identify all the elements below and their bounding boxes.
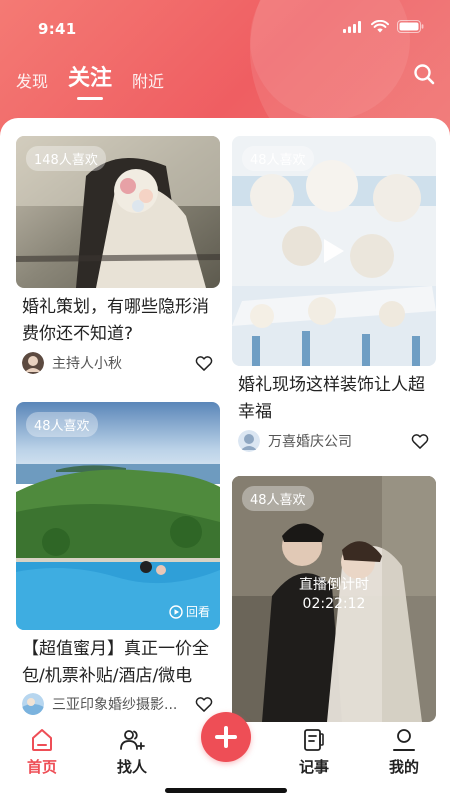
card-title: 婚礼策划，有哪些隐形消费你还不知道? bbox=[22, 297, 209, 344]
likes-badge: 48人喜欢 bbox=[242, 486, 314, 511]
profile-icon bbox=[393, 729, 415, 751]
feed-card[interactable]: 48人喜欢 婚礼现场这样装饰让人超幸福 万喜婚庆公司 bbox=[232, 136, 436, 456]
people-icon bbox=[120, 730, 145, 750]
replay-label: 回看 bbox=[185, 605, 210, 619]
live-countdown-time: 02:22:12 bbox=[302, 596, 366, 612]
likes-badge: 48人喜欢 bbox=[242, 146, 314, 171]
replay-badge[interactable]: 回看 bbox=[169, 603, 210, 620]
feed-card[interactable]: 148人喜欢 婚礼策划，有哪些隐形消费你还不知道? 主持人小秋 bbox=[16, 136, 220, 382]
status-time: 9:41 bbox=[38, 20, 77, 38]
home-icon bbox=[32, 729, 52, 751]
author-name: 三亚印象婚纱摄影... bbox=[52, 697, 178, 713]
nav-profile[interactable]: 我的 bbox=[374, 726, 434, 777]
card-image: 48人喜欢 直播倒计时 02:22:12 bbox=[232, 476, 436, 722]
card-title: 婚礼现场这样装饰让人超幸福 bbox=[238, 375, 425, 422]
status-bar: 9:41 bbox=[0, 0, 450, 56]
live-countdown-label: 直播倒计时 bbox=[299, 577, 369, 593]
author-name: 主持人小秋 bbox=[52, 356, 122, 372]
wifi-icon bbox=[371, 20, 389, 33]
heart-icon[interactable] bbox=[410, 431, 430, 451]
feed-card[interactable]: 48人喜欢 直播倒计时 02:22:12 bbox=[232, 476, 436, 722]
play-icon[interactable] bbox=[318, 236, 348, 266]
avatar bbox=[22, 693, 44, 715]
nav-home[interactable]: 首页 bbox=[12, 726, 72, 777]
avatar bbox=[238, 430, 260, 452]
search-icon[interactable] bbox=[412, 62, 436, 86]
card-image: 148人喜欢 bbox=[16, 136, 220, 288]
heart-icon[interactable] bbox=[194, 353, 214, 373]
nav-profile-label: 我的 bbox=[388, 758, 419, 776]
tab-discover[interactable]: 发现 bbox=[16, 68, 48, 92]
tab-nearby[interactable]: 附近 bbox=[132, 68, 164, 92]
tab-following[interactable]: 关注 bbox=[68, 60, 112, 92]
home-indicator bbox=[165, 788, 287, 793]
notebook-icon bbox=[304, 729, 324, 751]
avatar bbox=[22, 352, 44, 374]
nav-notes[interactable]: 记事 bbox=[284, 726, 344, 777]
tab-bar: 发现 关注 附近 bbox=[16, 60, 164, 92]
card-title: 【超值蜜月】真正一价全包/机票补贴/酒店/微电 bbox=[22, 639, 209, 686]
battery-icon bbox=[397, 20, 424, 33]
add-post-button[interactable] bbox=[201, 712, 251, 762]
heart-icon[interactable] bbox=[194, 694, 214, 714]
author-name: 万喜婚庆公司 bbox=[268, 434, 352, 450]
feed-card[interactable]: 48人喜欢 回看 【超值蜜月】真正一价全包/机票补贴/酒店/微电 三亚印象婚纱摄… bbox=[16, 402, 220, 722]
likes-badge: 148人喜欢 bbox=[26, 146, 106, 171]
card-image: 48人喜欢 bbox=[232, 136, 436, 366]
card-image: 48人喜欢 回看 bbox=[16, 402, 220, 630]
nav-find-people[interactable]: 找人 bbox=[102, 726, 162, 777]
replay-icon bbox=[169, 604, 183, 619]
nav-notes-label: 记事 bbox=[298, 758, 329, 776]
signal-icon bbox=[343, 20, 361, 33]
nav-find-people-label: 找人 bbox=[116, 758, 147, 776]
nav-home-label: 首页 bbox=[26, 758, 57, 776]
likes-badge: 48人喜欢 bbox=[26, 412, 98, 437]
feed: 148人喜欢 婚礼策划，有哪些隐形消费你还不知道? 主持人小秋 48人喜欢 婚礼… bbox=[0, 118, 450, 722]
